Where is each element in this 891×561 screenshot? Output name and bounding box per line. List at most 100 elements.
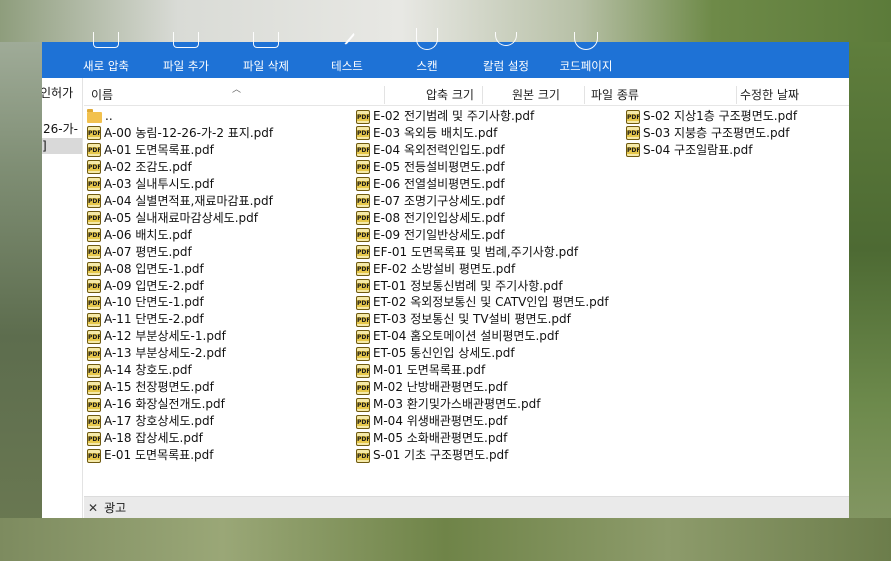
add-file-button[interactable]: 파일 추가 bbox=[158, 32, 214, 78]
pdf-icon bbox=[87, 160, 101, 175]
new-archive-button[interactable]: 새로 압축 bbox=[78, 32, 134, 78]
toolbar: 새로 압축 파일 추가 파일 삭제 테스트 스캔 칼럼 설정 코드페이지 bbox=[42, 28, 849, 78]
file-item[interactable]: A-16 화장실전개도.pdf bbox=[87, 396, 225, 413]
file-name: A-03 실내투시도.pdf bbox=[104, 176, 214, 191]
file-item[interactable]: A-17 창호상세도.pdf bbox=[87, 413, 214, 430]
file-item[interactable]: S-01 기초 구조평면도.pdf bbox=[356, 447, 508, 464]
pdf-icon bbox=[356, 279, 370, 293]
file-item[interactable]: E-05 전등설비평면도.pdf bbox=[356, 159, 505, 176]
pdf-icon bbox=[356, 160, 370, 175]
file-item[interactable]: EF-01 도면목록표 및 범례,주기사항.pdf bbox=[356, 244, 578, 261]
file-item[interactable]: A-08 입면도-1.pdf bbox=[87, 261, 204, 278]
parent-folder-item[interactable]: .. bbox=[87, 108, 113, 125]
file-item[interactable]: E-01 도면목록표.pdf bbox=[87, 447, 213, 464]
file-name: ET-04 홈오토메이션 설비평면도.pdf bbox=[373, 329, 559, 344]
file-name: A-15 천장평면도.pdf bbox=[104, 380, 214, 395]
column-original-size[interactable]: 원본 크기 bbox=[512, 84, 560, 106]
file-item[interactable]: M-04 위생배관평면도.pdf bbox=[356, 413, 507, 430]
folder-tree[interactable]: 인허가 26-가- ] bbox=[42, 78, 83, 518]
file-name: M-02 난방배관평면도.pdf bbox=[373, 380, 508, 395]
column-header: ︿ 이름 압축 크기 원본 크기 파일 종류 수정한 날짜 bbox=[84, 84, 849, 106]
file-item[interactable]: A-02 조감도.pdf bbox=[87, 159, 192, 176]
column-settings-button[interactable]: 칼럼 설정 bbox=[478, 32, 534, 78]
file-item[interactable]: S-03 지붕층 구조평면도.pdf bbox=[626, 125, 789, 142]
file-name: A-16 화장실전개도.pdf bbox=[104, 397, 225, 412]
column-compressed-size[interactable]: 압축 크기 bbox=[426, 84, 474, 106]
tree-item-permit[interactable]: 인허가 bbox=[42, 84, 73, 101]
file-item[interactable]: A-04 실별면적표,재료마감표.pdf bbox=[87, 193, 273, 210]
file-name: ET-02 옥외정보통신 및 CATV인입 평면도.pdf bbox=[373, 295, 609, 310]
file-item[interactable]: E-03 옥외등 배치도.pdf bbox=[356, 125, 497, 142]
tree-item-project[interactable]: 26-가- bbox=[43, 120, 78, 137]
file-name: A-08 입면도-1.pdf bbox=[104, 261, 204, 276]
codepage-button[interactable]: 코드페이지 bbox=[554, 32, 618, 78]
file-item[interactable]: E-04 옥외전력인입도.pdf bbox=[356, 142, 505, 159]
file-list[interactable]: .. A-00 농림-12-26-가-2 표지.pdf A-01 도면목록표.pdf… bbox=[84, 106, 849, 496]
file-item[interactable]: M-02 난방배관평면도.pdf bbox=[356, 379, 507, 396]
pdf-icon bbox=[356, 228, 370, 243]
file-item[interactable]: A-18 잡상세도.pdf bbox=[87, 430, 203, 447]
column-name[interactable]: 이름 bbox=[91, 84, 113, 106]
file-name: A-17 창호상세도.pdf bbox=[104, 414, 214, 429]
file-name: A-05 실내재료마감상세도.pdf bbox=[104, 210, 258, 225]
column-settings-icon bbox=[495, 32, 517, 46]
pdf-icon bbox=[356, 312, 370, 327]
file-item[interactable]: ET-01 정보통신범례 및 주기사항.pdf bbox=[356, 278, 563, 295]
file-name: A-09 입면도-2.pdf bbox=[104, 278, 204, 293]
pdf-icon bbox=[626, 126, 640, 141]
file-item[interactable]: ET-02 옥외정보통신 및 CATV인입 평면도.pdf bbox=[356, 294, 609, 311]
codepage-label: 코드페이지 bbox=[559, 59, 613, 73]
column-settings-label: 칼럼 설정 bbox=[483, 59, 529, 73]
file-item[interactable]: M-03 환기및가스배관평면도.pdf bbox=[356, 396, 540, 413]
file-item[interactable]: A-00 농림-12-26-가-2 표지.pdf bbox=[87, 125, 273, 142]
close-icon[interactable]: ✕ bbox=[88, 501, 98, 515]
file-item[interactable]: EF-02 소방설비 평면도.pdf bbox=[356, 261, 515, 278]
file-item[interactable]: E-08 전기인입상세도.pdf bbox=[356, 210, 505, 227]
file-item[interactable]: A-03 실내투시도.pdf bbox=[87, 176, 214, 193]
file-name: E-05 전등설비평면도.pdf bbox=[373, 159, 505, 174]
file-item[interactable]: A-01 도면목록표.pdf bbox=[87, 142, 214, 159]
pdf-icon bbox=[87, 329, 101, 344]
pdf-icon bbox=[87, 295, 101, 310]
file-name: E-04 옥외전력인입도.pdf bbox=[373, 142, 505, 157]
file-name: ET-05 통신인입 상세도.pdf bbox=[373, 346, 515, 361]
pdf-icon bbox=[356, 194, 370, 209]
file-name: .. bbox=[105, 109, 113, 123]
file-name: A-12 부분상세도-1.pdf bbox=[104, 329, 226, 344]
file-item[interactable]: E-07 조명기구상세도.pdf bbox=[356, 193, 505, 210]
file-name: EF-02 소방설비 평면도.pdf bbox=[373, 261, 516, 276]
column-file-type[interactable]: 파일 종류 bbox=[591, 84, 639, 106]
pdf-icon bbox=[87, 414, 101, 429]
file-item[interactable]: A-06 배치도.pdf bbox=[87, 227, 192, 244]
file-item[interactable]: A-15 천장평면도.pdf bbox=[87, 379, 214, 396]
file-item[interactable]: A-10 단면도-1.pdf bbox=[87, 294, 204, 311]
file-item[interactable]: M-05 소화배관평면도.pdf bbox=[356, 430, 507, 447]
file-item[interactable]: A-05 실내재료마감상세도.pdf bbox=[87, 210, 258, 227]
file-item[interactable]: E-09 전기일반상세도.pdf bbox=[356, 227, 505, 244]
file-item[interactable]: A-07 평면도.pdf bbox=[87, 244, 192, 261]
file-item[interactable]: S-04 구조일람표.pdf bbox=[626, 142, 753, 159]
delete-file-button[interactable]: 파일 삭제 bbox=[238, 32, 294, 78]
scan-button[interactable]: 스캔 bbox=[407, 28, 447, 78]
file-item[interactable]: A-13 부분상세도-2.pdf bbox=[87, 345, 226, 362]
pdf-icon bbox=[356, 143, 370, 158]
file-item[interactable]: S-02 지상1층 구조평면도.pdf bbox=[626, 108, 797, 125]
file-name: E-07 조명기구상세도.pdf bbox=[373, 193, 505, 208]
column-modified-date[interactable]: 수정한 날짜 bbox=[740, 84, 799, 106]
file-item[interactable]: ET-04 홈오토메이션 설비평면도.pdf bbox=[356, 328, 559, 345]
file-item[interactable]: ET-03 정보통신 및 TV설비 평면도.pdf bbox=[356, 311, 571, 328]
scan-label: 스캔 bbox=[416, 59, 438, 73]
file-item[interactable]: E-02 전기범례 및 주기사항.pdf bbox=[356, 108, 534, 125]
file-item[interactable]: A-14 창호도.pdf bbox=[87, 362, 192, 379]
file-item[interactable]: E-06 전열설비평면도.pdf bbox=[356, 176, 505, 193]
file-item[interactable]: A-11 단면도-2.pdf bbox=[87, 311, 204, 328]
pdf-icon bbox=[356, 414, 370, 429]
file-name: A-10 단면도-1.pdf bbox=[104, 295, 204, 310]
file-item[interactable]: M-01 도면목록표.pdf bbox=[356, 362, 485, 379]
file-item[interactable]: ET-05 통신인입 상세도.pdf bbox=[356, 345, 515, 362]
test-button[interactable]: 테스트 bbox=[322, 32, 372, 78]
file-item[interactable]: A-12 부분상세도-1.pdf bbox=[87, 328, 226, 345]
tree-item-selected[interactable]: ] bbox=[42, 138, 82, 154]
file-name: A-06 배치도.pdf bbox=[104, 227, 192, 242]
file-item[interactable]: A-09 입면도-2.pdf bbox=[87, 278, 204, 295]
